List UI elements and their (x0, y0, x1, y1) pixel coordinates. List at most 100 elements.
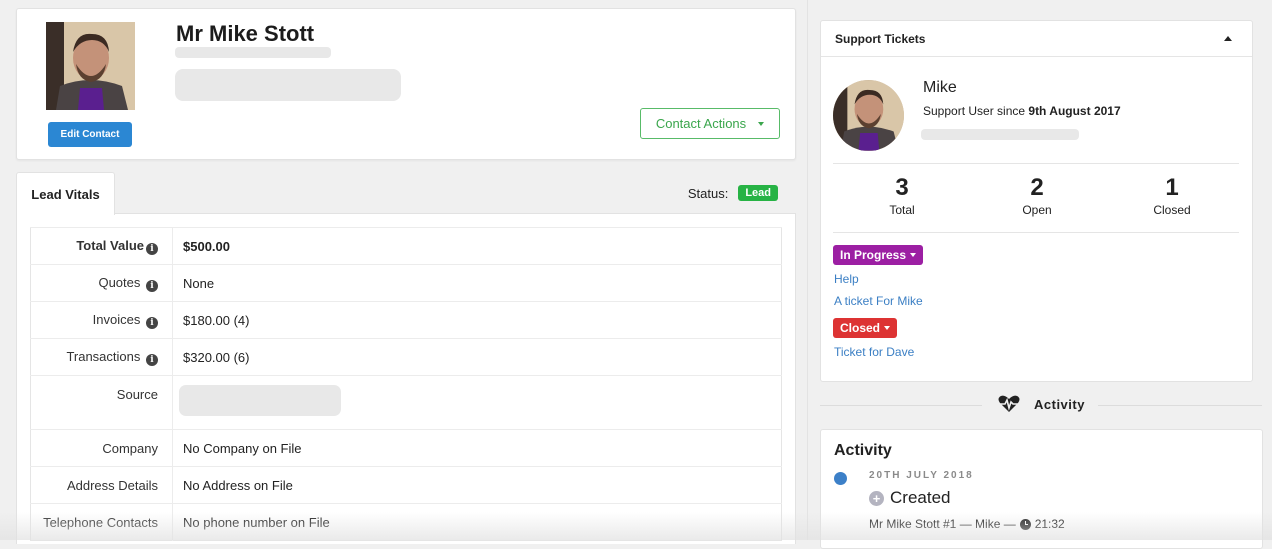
vitals-label-text: Source (116, 387, 158, 402)
lead-vitals-panel: Total Value i $500.00 Quotes i None Invoices … (16, 214, 796, 544)
vitals-label-text: Telephone Contacts (43, 514, 158, 530)
divider-line (820, 405, 982, 406)
status-dropdown-closed[interactable]: Closed (833, 318, 898, 338)
redacted-subtitle (175, 47, 331, 58)
vitals-value: No Address on File (172, 466, 782, 504)
activity-title: Activity (834, 442, 892, 459)
activity-time: 21:32 (1034, 517, 1065, 531)
vitals-label-text: Address Details (66, 477, 158, 493)
vitals-row: Quotes i None (30, 264, 782, 302)
activity-divider: Activity (820, 393, 1262, 415)
divider (833, 163, 1239, 164)
activity-meta-text: Mr Mike Stott #1 — Mike — (869, 517, 1016, 531)
contact-photo (46, 22, 135, 110)
vitals-row: Address Details No Address on File (30, 466, 782, 504)
divider-line (1098, 405, 1262, 406)
info-circle-icon[interactable]: i (146, 316, 158, 329)
vitals-row: Company No Company on File (30, 429, 782, 467)
stat-label: Closed (1153, 203, 1191, 217)
vitals-label: Transactions i (30, 338, 173, 376)
support-since-date: 9th August 2017 (1028, 104, 1121, 118)
vitals-row: Invoices i $180.00 (4) (30, 301, 782, 339)
info-circle-icon[interactable]: i (146, 353, 158, 366)
vitals-row: Source (30, 375, 782, 430)
activity-divider-label: Activity (998, 395, 1085, 413)
timeline-dot (834, 472, 847, 485)
vitals-label-text: Total Value (76, 237, 144, 253)
stat-value: 1 (1165, 174, 1179, 201)
vitals-value (172, 375, 782, 430)
support-user-avatar (833, 80, 904, 151)
activity-card: Activity 20TH JULY 2018 + Created Mr Mik… (820, 429, 1263, 549)
stat-open: 2 Open (977, 173, 1097, 217)
redacted-source (179, 385, 341, 416)
stat-total: 3 Total (842, 173, 962, 217)
vitals-label: Invoices i (30, 301, 173, 339)
ticket-link[interactable]: A ticket For Mike (834, 294, 923, 308)
edit-contact-button[interactable]: Edit Contact (48, 122, 132, 147)
vitals-value: $320.00 (6) (172, 338, 782, 376)
vitals-value: None (172, 264, 782, 302)
stat-label: Open (1022, 203, 1052, 217)
sidebar-column: Support Tickets Mike Support User since … (807, 0, 1272, 549)
redacted-field (175, 69, 401, 101)
tab-lead-vitals[interactable]: Lead Vitals (16, 172, 115, 215)
support-user-name: Mike (923, 79, 957, 96)
contact-actions-label: Contact Actions (655, 116, 747, 131)
caret-down-icon (758, 121, 765, 126)
vitals-label: Quotes i (30, 264, 173, 302)
support-tickets-header[interactable]: Support Tickets (821, 21, 1252, 57)
support-since-prefix: Support User since (923, 104, 1029, 118)
caret-down-icon (884, 326, 891, 330)
heartbeat-icon (998, 395, 1020, 412)
lead-status: Status: Lead (688, 185, 778, 201)
info-circle-icon[interactable]: i (146, 242, 158, 255)
support-tickets-card: Support Tickets Mike Support User since … (820, 20, 1253, 382)
stat-value: 2 (1030, 174, 1044, 201)
vitals-label-text: Company (102, 440, 158, 456)
vitals-label: Source (30, 375, 173, 430)
vitals-value: $500.00 (172, 227, 782, 265)
contact-name: Mr Mike Stott (176, 21, 315, 46)
activity-event-label: Created (890, 488, 951, 507)
vitals-value: No phone number on File (172, 503, 782, 541)
vitals-label: Total Value i (30, 227, 173, 265)
vitals-label: Address Details (30, 466, 173, 504)
vitals-row: Transactions i $320.00 (6) (30, 338, 782, 376)
redacted-email (921, 129, 1079, 140)
vitals-label-text: Quotes (98, 274, 141, 290)
ticket-link[interactable]: Help (834, 272, 859, 286)
caret-up-icon[interactable] (1224, 36, 1232, 41)
status-pill-label: Closed (840, 321, 881, 335)
contact-profile-card: Edit Contact Mr Mike Stott Contact Actio… (16, 8, 796, 160)
activity-divider-text: Activity (1034, 396, 1085, 412)
vitals-row: Telephone Contacts No phone number on Fil… (30, 503, 782, 541)
vitals-value: $180.00 (4) (172, 301, 782, 339)
vitals-row: Total Value i $500.00 (30, 227, 782, 265)
status-dropdown-in-progress[interactable]: In Progress (833, 245, 924, 265)
status-pill-label: In Progress (840, 248, 907, 262)
lead-vitals-table: Total Value i $500.00 Quotes i None Invoices … (30, 227, 782, 541)
support-tickets-title: Support Tickets (835, 31, 926, 46)
caret-down-icon (910, 253, 917, 257)
vitals-label-text: Transactions (66, 348, 141, 364)
support-user-since: Support User since 9th August 2017 (923, 104, 1121, 118)
contact-actions-button[interactable]: Contact Actions (640, 108, 780, 139)
info-circle-icon[interactable]: i (146, 279, 158, 292)
divider (833, 232, 1239, 233)
ticket-link[interactable]: Ticket for Dave (834, 345, 914, 359)
vitals-label-text: Invoices (92, 311, 141, 327)
vitals-label: Telephone Contacts (30, 503, 173, 541)
activity-meta: Mr Mike Stott #1 — Mike — 21:32 (869, 517, 1065, 531)
vitals-value: No Company on File (172, 429, 782, 467)
tab-bar: Lead Vitals Status: Lead (16, 172, 796, 215)
activity-date: 20TH JULY 2018 (869, 470, 974, 481)
plus-circle-icon: + (869, 490, 884, 506)
vitals-label: Company (30, 429, 173, 467)
stat-value: 3 (895, 174, 909, 201)
activity-event: + Created (869, 488, 950, 508)
status-label: Status: (687, 185, 729, 201)
stat-label: Total (889, 203, 915, 217)
contact-column: Edit Contact Mr Mike Stott Contact Actio… (16, 8, 796, 544)
clock-icon (1019, 518, 1031, 530)
